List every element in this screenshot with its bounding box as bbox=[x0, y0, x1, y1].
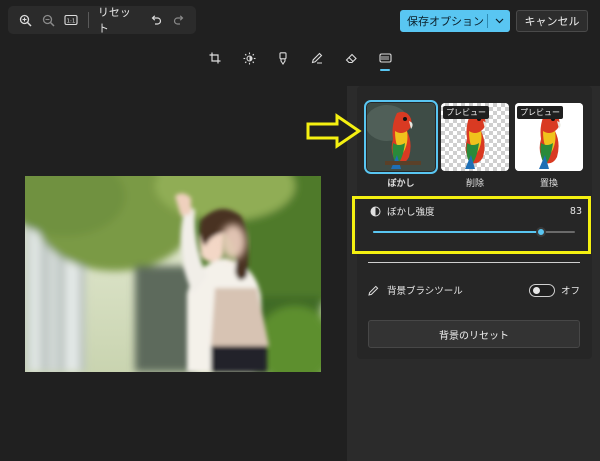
blur-option[interactable]: ぼかし bbox=[364, 100, 438, 189]
blur-option-thumbnail bbox=[364, 100, 438, 174]
reset-button[interactable]: リセット bbox=[94, 4, 144, 36]
photo-editor-window: 1:1 リセット 保存オプション キャンセル ぼかし プレビュー 削除 プレビュ… bbox=[0, 0, 600, 461]
crop-tool-tab[interactable] bbox=[198, 46, 232, 70]
adjust-tool-tab[interactable] bbox=[232, 46, 266, 70]
brush-icon bbox=[368, 285, 379, 296]
draw-tool-tab[interactable] bbox=[300, 46, 334, 70]
parrot-image bbox=[367, 103, 435, 171]
svg-text:1:1: 1:1 bbox=[67, 18, 76, 24]
save-options-button[interactable]: 保存オプション bbox=[400, 10, 510, 32]
undo-icon bbox=[151, 15, 161, 25]
remove-option[interactable]: プレビュー 削除 bbox=[441, 103, 509, 189]
background-brush-row: 背景ブラシツール オフ bbox=[368, 282, 580, 298]
tool-tabs bbox=[198, 46, 402, 71]
background-brush-label: 背景ブラシツール bbox=[387, 286, 463, 297]
background-mode-options: ぼかし プレビュー 削除 プレビュー 置換 bbox=[364, 100, 583, 189]
preview-badge: プレビュー bbox=[443, 106, 489, 119]
remove-option-label: 削除 bbox=[465, 179, 484, 189]
eraser-icon bbox=[345, 53, 357, 64]
erase-tool-tab[interactable] bbox=[334, 46, 368, 70]
redo-button[interactable] bbox=[167, 9, 190, 31]
zoom-out-icon bbox=[42, 14, 55, 27]
replace-option-thumbnail: プレビュー bbox=[515, 103, 583, 171]
zoom-in-icon bbox=[19, 14, 32, 27]
brightness-icon bbox=[243, 52, 255, 64]
zoom-in-button[interactable] bbox=[14, 9, 37, 31]
markup-tool-tab[interactable] bbox=[266, 46, 300, 70]
background-icon bbox=[378, 53, 392, 63]
actual-size-button[interactable]: 1:1 bbox=[60, 9, 83, 31]
replace-option[interactable]: プレビュー 置換 bbox=[515, 103, 583, 189]
actual-size-icon: 1:1 bbox=[64, 14, 79, 26]
toolbar-divider bbox=[87, 12, 89, 28]
edited-photo-image bbox=[25, 176, 321, 372]
photo-canvas[interactable] bbox=[25, 176, 321, 372]
toggle-state-label: オフ bbox=[560, 286, 580, 297]
undo-button[interactable] bbox=[144, 9, 167, 31]
toggle-knob bbox=[532, 286, 540, 294]
chevron-down-icon bbox=[495, 18, 503, 24]
cancel-button[interactable]: キャンセル bbox=[516, 10, 588, 32]
zoom-out-button[interactable] bbox=[37, 9, 60, 31]
background-tool-tab[interactable] bbox=[368, 46, 402, 71]
top-toolbar: 1:1 リセット bbox=[8, 4, 196, 36]
preview-badge: プレビュー bbox=[517, 106, 563, 119]
highlight-box bbox=[352, 196, 591, 254]
section-divider bbox=[368, 262, 580, 263]
crop-icon bbox=[209, 52, 221, 64]
remove-option-thumbnail: プレビュー bbox=[441, 103, 509, 171]
reset-background-button[interactable]: 背景のリセット bbox=[368, 320, 580, 348]
annotation-arrow-icon bbox=[306, 113, 362, 149]
replace-option-label: 置換 bbox=[539, 179, 558, 189]
background-brush-toggle[interactable] bbox=[528, 283, 555, 297]
save-options-label: 保存オプション bbox=[407, 15, 484, 28]
pen-icon bbox=[311, 52, 323, 64]
blur-option-label: ぼかし bbox=[387, 179, 415, 189]
redo-icon bbox=[173, 15, 183, 25]
save-options-dropdown[interactable] bbox=[488, 18, 510, 24]
marker-icon bbox=[279, 51, 287, 65]
